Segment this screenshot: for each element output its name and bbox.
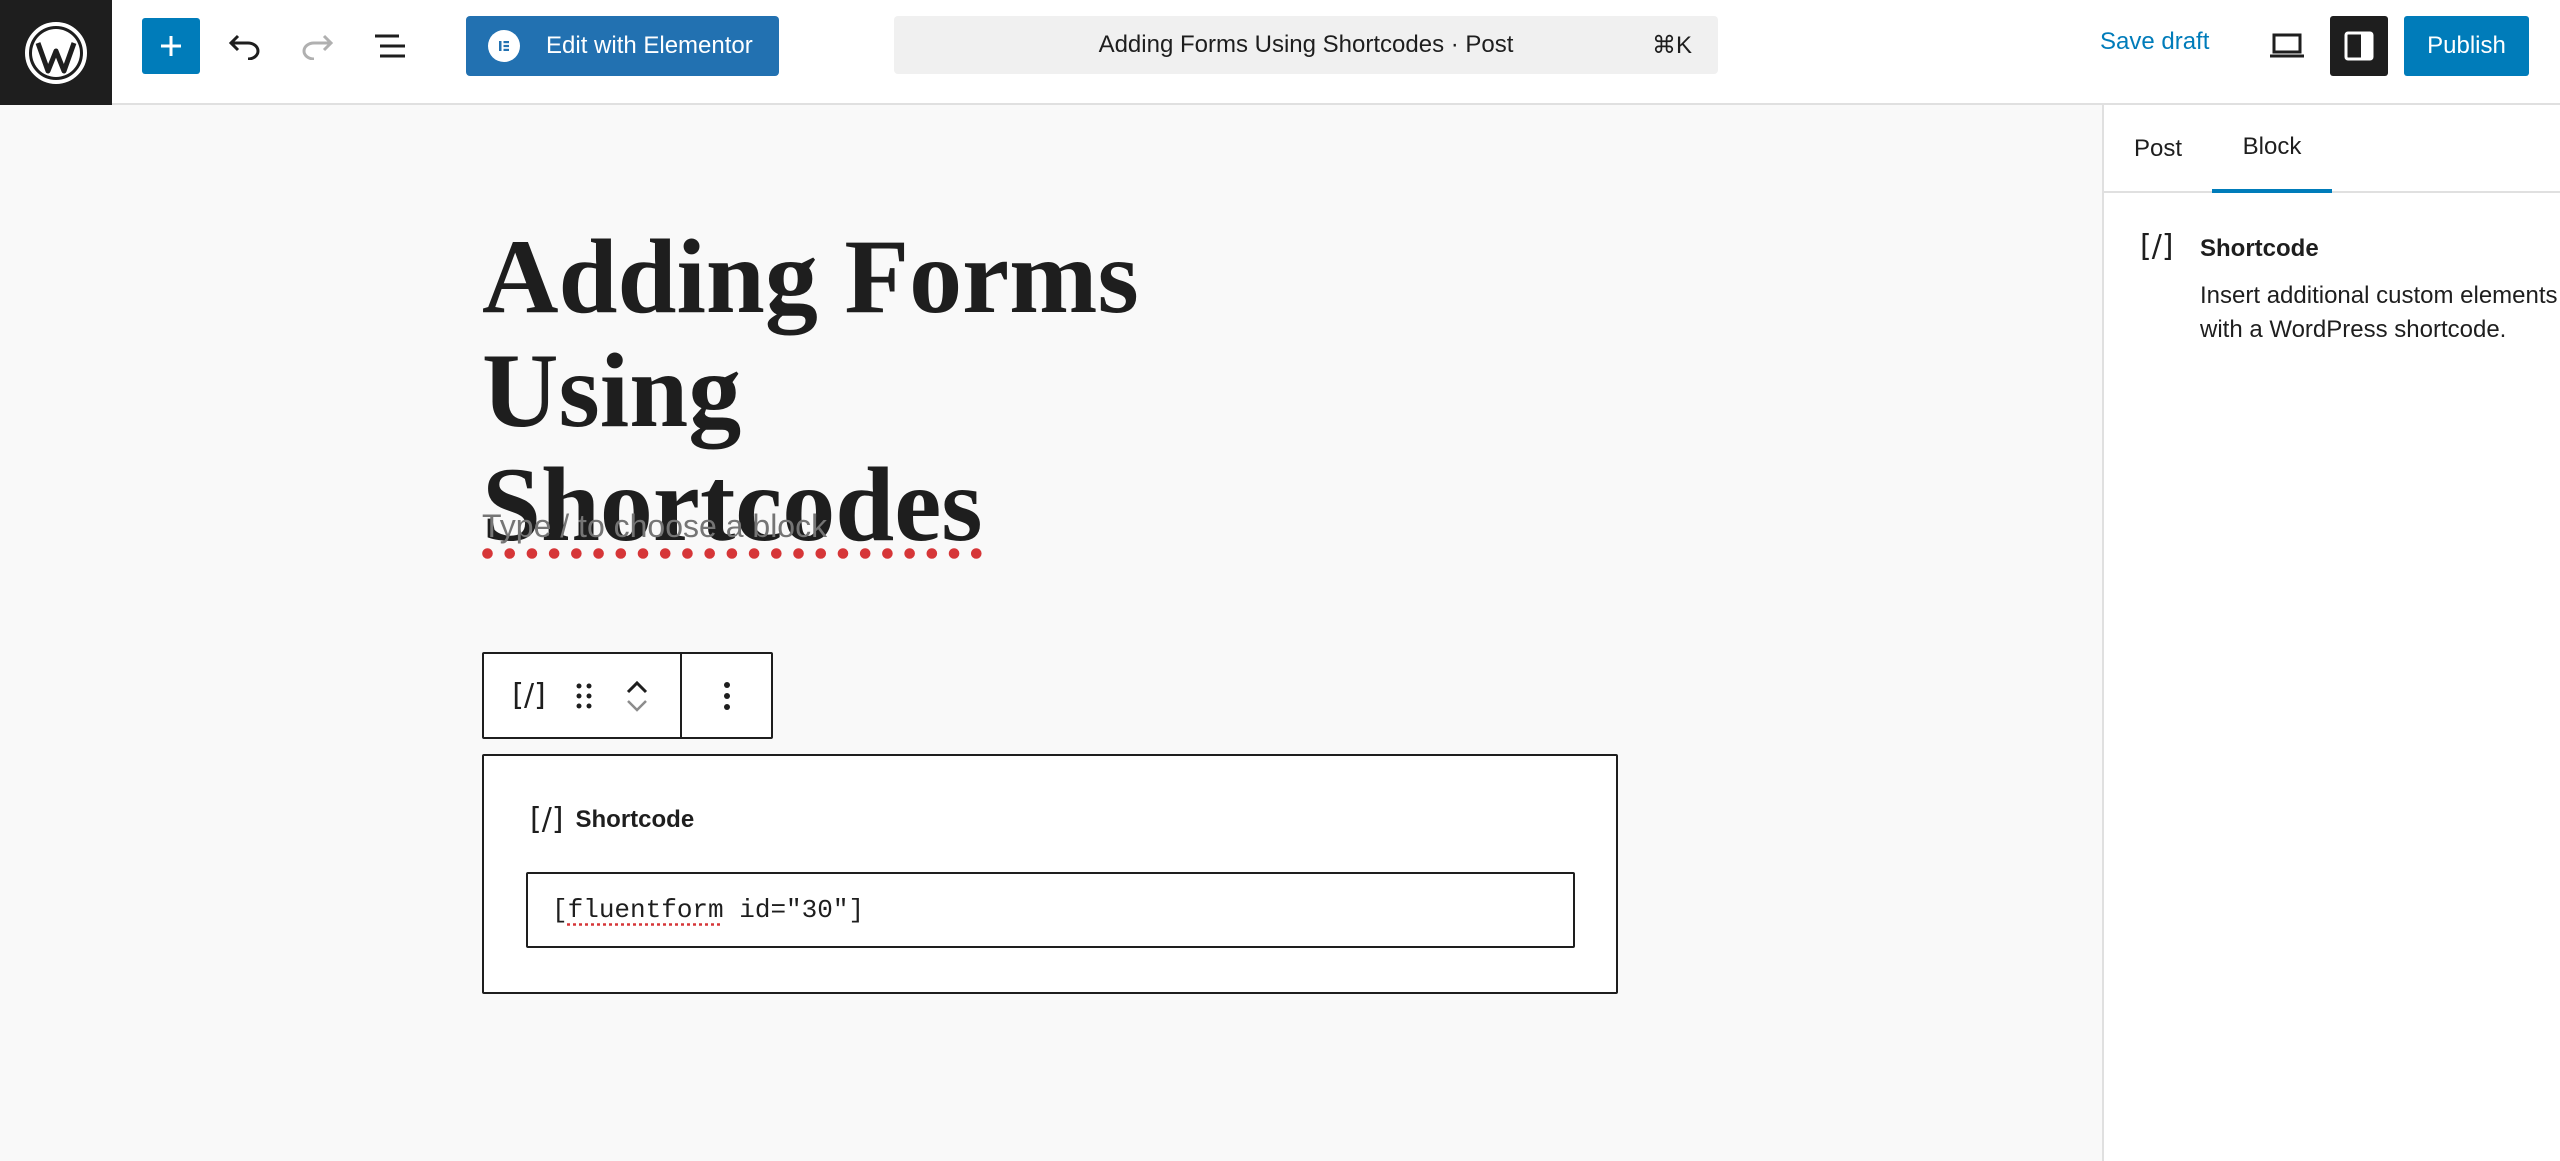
block-card-title: Shortcode: [2200, 235, 2319, 263]
undo-button[interactable]: [216, 18, 274, 74]
undo-icon: [228, 32, 262, 60]
sidebar-tabs: Post Block: [2104, 105, 2560, 193]
shortcode-block-title: Shortcode: [576, 806, 695, 834]
shortcode-block-label: [/] Shortcode: [530, 802, 694, 837]
document-overview-icon: [373, 33, 407, 59]
more-vertical-icon: [723, 681, 731, 711]
settings-sidebar-icon: [2343, 30, 2375, 62]
wordpress-logo-icon: [24, 21, 88, 85]
drag-handle-icon: [575, 681, 593, 711]
editor-canvas: Adding Forms Using Shortcodes Type / to …: [0, 105, 2102, 1161]
shortcode-block[interactable]: [/] Shortcode [fluentform id="30"]: [482, 754, 1618, 994]
command-shortcut: ⌘K: [1652, 31, 1692, 60]
preview-button[interactable]: [2258, 18, 2316, 74]
post-title-line-1: Adding Forms Using: [482, 218, 1139, 449]
document-overview-button[interactable]: [361, 18, 419, 74]
add-block-button[interactable]: [142, 18, 200, 74]
shortcode-input[interactable]: [fluentform id="30"]: [526, 872, 1575, 948]
block-mover: [594, 654, 680, 737]
settings-sidebar-button[interactable]: [2330, 16, 2388, 76]
settings-sidebar: Post Block [/] Shortcode Insert addition…: [2102, 105, 2560, 1161]
plus-icon: [158, 33, 184, 59]
tab-block[interactable]: Block: [2212, 105, 2332, 193]
move-down-icon[interactable]: [625, 698, 649, 712]
edit-with-elementor-button[interactable]: Edit with Elementor: [466, 16, 779, 76]
block-type-switcher[interactable]: [/]: [484, 654, 574, 737]
edit-with-elementor-label: Edit with Elementor: [546, 32, 753, 60]
block-options-button[interactable]: [682, 654, 771, 737]
editor-header: Edit with Elementor Adding Forms Using S…: [0, 0, 2560, 105]
save-draft-button[interactable]: Save draft: [2100, 28, 2209, 56]
redo-button[interactable]: [288, 18, 346, 74]
elementor-icon: [488, 30, 520, 62]
block-toolbar-main-group: [/]: [484, 654, 682, 737]
shortcode-icon: [/]: [2140, 229, 2174, 264]
redo-icon: [300, 32, 334, 60]
drag-handle[interactable]: [574, 654, 594, 737]
block-appender-placeholder[interactable]: Type / to choose a block: [482, 508, 827, 545]
post-title-line-2: Shortcodes: [482, 446, 983, 563]
publish-button[interactable]: Publish: [2404, 16, 2529, 76]
desktop-preview-icon: [2268, 32, 2306, 60]
document-title: Adding Forms Using Shortcodes · Post: [1099, 31, 1514, 59]
shortcode-icon: [/]: [512, 678, 546, 713]
shortcode-value-suffix: id="30"]: [724, 895, 864, 925]
block-card-description: Insert additional custom elements with a…: [2200, 279, 2560, 347]
command-palette-bar[interactable]: Adding Forms Using Shortcodes · Post ⌘K: [894, 16, 1718, 74]
move-up-icon[interactable]: [625, 680, 649, 694]
shortcode-value-prefix: [: [552, 895, 568, 925]
wordpress-logo-button[interactable]: [0, 0, 112, 105]
shortcode-icon: [/]: [530, 802, 564, 837]
block-toolbar: [/]: [482, 652, 773, 739]
tab-post[interactable]: Post: [2134, 105, 2182, 193]
shortcode-value-word: fluentform: [568, 895, 724, 925]
